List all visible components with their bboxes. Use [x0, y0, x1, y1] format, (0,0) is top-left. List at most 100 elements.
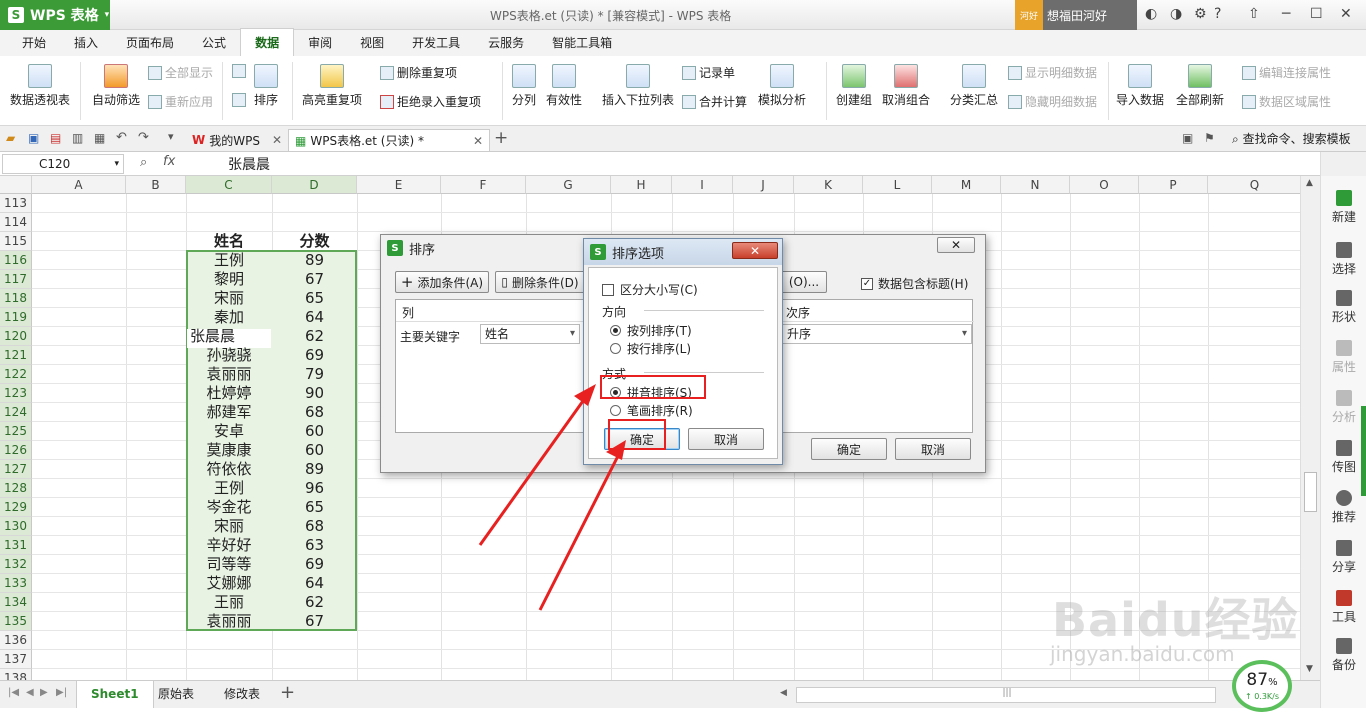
score-cell[interactable]: 62 [272, 327, 357, 346]
name-cell[interactable]: 莫康康 [186, 441, 272, 460]
next-sheet-icon[interactable]: ▶ [40, 687, 48, 698]
col-header-g[interactable]: G [526, 176, 611, 194]
panel-analysis-button[interactable]: 分析 [1321, 390, 1366, 425]
hscroll-thumb[interactable]: ||| [797, 688, 1217, 702]
score-cell[interactable]: 60 [272, 441, 357, 460]
row-header[interactable]: 120 [0, 327, 32, 346]
header-score-cell[interactable]: 分数 [272, 232, 357, 251]
row-header[interactable]: 132 [0, 555, 32, 574]
validity-button[interactable]: 有效性 [546, 64, 582, 108]
scroll-down-icon[interactable]: ▼ [1306, 664, 1313, 674]
name-cell[interactable]: 王例 [186, 479, 272, 498]
autofilter-button[interactable]: 自动筛选 [92, 64, 140, 108]
settings-icon[interactable]: ⚙ [1194, 6, 1207, 22]
tab-view[interactable]: 视图 [346, 29, 398, 56]
edit-conn-button[interactable]: 编辑连接属性 [1242, 64, 1331, 81]
network-speed-widget[interactable]: 87% ↑ 0.3K/s [1232, 660, 1292, 712]
help-icon[interactable]: ? [1214, 6, 1221, 22]
score-cell[interactable]: 68 [272, 517, 357, 536]
highlight-dup-button[interactable]: 高亮重复项 [302, 64, 362, 108]
refresh-all-button[interactable]: 全部刷新 [1176, 64, 1224, 108]
select-all-corner[interactable] [0, 176, 32, 194]
panel-select-button[interactable]: 选择 [1321, 242, 1366, 277]
share-window-icon[interactable]: ⇧ [1248, 6, 1260, 22]
sheet-tab-original[interactable]: 原始表 [144, 681, 208, 708]
remove-dup-button[interactable]: 删除重复项 [380, 64, 457, 81]
search-command[interactable]: ⌕ 查找命令、搜索模板 [1232, 130, 1351, 147]
fx-icon[interactable]: fx [163, 154, 175, 169]
row-header[interactable]: 129 [0, 498, 32, 517]
col-header-c[interactable]: C [186, 176, 272, 194]
col-header-i[interactable]: I [672, 176, 733, 194]
sort-dialog-close-button[interactable]: ✕ [937, 237, 975, 253]
row-header[interactable]: 138 [0, 669, 32, 680]
score-cell[interactable]: 89 [272, 460, 357, 479]
tab-review[interactable]: 审阅 [294, 29, 346, 56]
col-header-d[interactable]: D [272, 176, 357, 194]
score-cell[interactable]: 67 [272, 270, 357, 289]
delete-condition-button[interactable]: ▯ 删除条件(D) [495, 271, 585, 293]
formula-input[interactable]: 张晨晨 [228, 154, 270, 174]
undo-icon[interactable]: ↶ [116, 130, 127, 145]
score-cell[interactable]: 62 [272, 593, 357, 612]
name-box[interactable]: C120 ▾ [2, 154, 124, 174]
row-header[interactable]: 117 [0, 270, 32, 289]
col-header-l[interactable]: L [863, 176, 932, 194]
row-header[interactable]: 136 [0, 631, 32, 650]
wps-menu-button[interactable]: S WPS 表格 ▾ [0, 0, 110, 30]
create-group-button[interactable]: 创建组 [836, 64, 872, 108]
row-header[interactable]: 114 [0, 213, 32, 232]
scroll-up-icon[interactable]: ▲ [1306, 178, 1313, 188]
row-header[interactable]: 128 [0, 479, 32, 498]
name-cell[interactable]: 岑金花 [186, 498, 272, 517]
name-cell[interactable]: 安卓 [186, 422, 272, 441]
screen-icon[interactable]: ▣ [1182, 131, 1193, 145]
range-props-button[interactable]: 数据区域属性 [1242, 93, 1331, 110]
name-cell[interactable]: 郝建军 [186, 403, 272, 422]
hscroll-left-icon[interactable]: ◀ [780, 688, 788, 702]
tab-home[interactable]: 开始 [8, 29, 60, 56]
panel-tools-button[interactable]: 工具 [1321, 590, 1366, 625]
tab-insert[interactable]: 插入 [60, 29, 112, 56]
skin-icon[interactable]: ◐ [1145, 6, 1157, 22]
sort-button[interactable]: 排序 [254, 64, 278, 108]
zoom-icon[interactable]: ⌕ [140, 155, 147, 170]
col-header-j[interactable]: J [733, 176, 794, 194]
sort-options-button[interactable]: (O)... [781, 271, 827, 293]
chevron-down-icon[interactable]: ▾ [168, 130, 174, 143]
insert-dropdown-button[interactable]: 插入下拉列表 [602, 64, 674, 108]
vertical-scrollbar[interactable]: ▲ ▼ [1300, 176, 1320, 680]
tab-file[interactable]: ▦ WPS表格.et (只读) * ✕ [288, 129, 490, 151]
name-cell[interactable]: 秦加 [186, 308, 272, 327]
col-header-a[interactable]: A [32, 176, 126, 194]
add-sheet-icon[interactable]: + [280, 682, 295, 703]
sort-cancel-button[interactable]: 取消 [895, 438, 971, 460]
first-sheet-icon[interactable]: |◀ [8, 687, 19, 698]
col-header-m[interactable]: M [932, 176, 1001, 194]
row-header[interactable]: 135 [0, 612, 32, 631]
col-header-e[interactable]: E [357, 176, 441, 194]
col-header-o[interactable]: O [1070, 176, 1139, 194]
row-header[interactable]: 118 [0, 289, 32, 308]
score-cell[interactable]: 67 [272, 612, 357, 631]
col-header-h[interactable]: H [611, 176, 672, 194]
sort-ok-button[interactable]: 确定 [811, 438, 887, 460]
show-all-button[interactable]: 全部显示 [148, 64, 213, 81]
name-cell[interactable]: 符依依 [186, 460, 272, 479]
redo-icon[interactable]: ↷ [138, 130, 149, 145]
options-cancel-button[interactable]: 取消 [688, 428, 764, 450]
order-select[interactable]: 升序 [782, 324, 972, 344]
save-icon[interactable]: ▣ [28, 131, 39, 145]
score-cell[interactable]: 90 [272, 384, 357, 403]
case-sensitive-checkbox[interactable]: 区分大小写(C) [602, 281, 698, 298]
col-header-k[interactable]: K [794, 176, 863, 194]
col-header-f[interactable]: F [441, 176, 526, 194]
primary-key-select[interactable]: 姓名 [480, 324, 580, 344]
row-header[interactable]: 127 [0, 460, 32, 479]
tab-toolbox[interactable]: 智能工具箱 [538, 29, 626, 56]
row-header[interactable]: 119 [0, 308, 32, 327]
name-cell[interactable]: 辛好好 [186, 536, 272, 555]
panel-new-button[interactable]: 新建 [1321, 190, 1366, 225]
close-tab-icon[interactable]: ✕ [272, 133, 282, 147]
split-button[interactable]: 分列 [512, 64, 536, 108]
